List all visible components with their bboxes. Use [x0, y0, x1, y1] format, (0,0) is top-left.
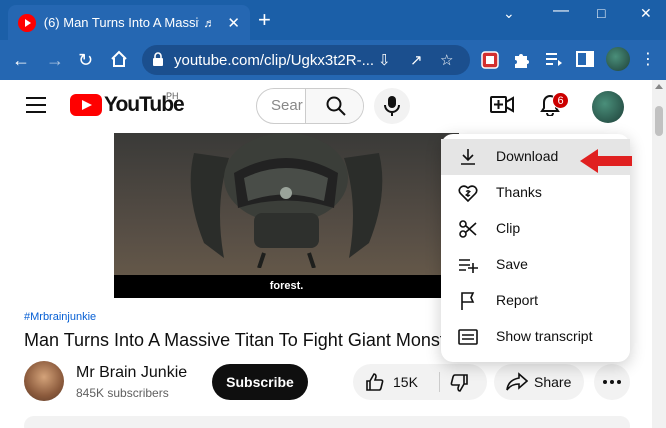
transcript-icon — [458, 329, 478, 345]
microphone-icon — [384, 96, 400, 116]
menu-item-clip[interactable]: Clip — [441, 211, 630, 247]
youtube-logo-icon[interactable] — [70, 94, 102, 116]
more-actions-button[interactable] — [594, 364, 630, 400]
tab-title: (6) Man Turns Into A Massive Titan To Fi… — [43, 15, 200, 30]
video-title: Man Turns Into A Massive Titan To Fight … — [24, 330, 444, 350]
youtube-header: YouTube PH Search 6 — [0, 80, 640, 132]
home-icon[interactable] — [110, 50, 128, 72]
install-icon[interactable]: ⇩ — [378, 51, 391, 69]
menu-item-label: Show transcript — [496, 328, 593, 344]
scissors-icon — [459, 220, 477, 238]
minimize-icon[interactable]: — — [553, 2, 569, 20]
subscriber-count: 845K subscribers — [76, 386, 169, 400]
download-icon — [461, 149, 475, 165]
playlist-icon[interactable] — [545, 50, 563, 73]
video-frame-helicopter — [190, 133, 383, 268]
screen: (6) Man Turns Into A Massive Titan To Fi… — [0, 0, 666, 428]
chevron-down-icon[interactable]: ⌄ — [503, 5, 515, 22]
channel-name[interactable]: Mr Brain Junkie — [76, 364, 187, 382]
subscribe-button[interactable]: Subscribe — [212, 364, 308, 400]
menu-hamburger-icon[interactable] — [26, 97, 46, 113]
maximize-icon[interactable]: □ — [597, 5, 605, 21]
share-label: Share — [534, 374, 572, 390]
share-button[interactable]: Share — [494, 364, 584, 400]
annotation-arrow-icon — [580, 149, 632, 173]
reload-icon[interactable]: ↻ — [78, 50, 93, 70]
browser-tab[interactable]: (6) Man Turns Into A Massive Titan To Fi… — [8, 5, 250, 40]
speaker-icon[interactable]: ♬ — [203, 16, 215, 30]
menu-item-label: Clip — [496, 220, 521, 236]
more-horizontal-icon — [603, 380, 621, 384]
extension-record-icon[interactable] — [480, 50, 500, 75]
notification-badge: 6 — [552, 92, 569, 109]
like-count[interactable]: 15K — [393, 374, 418, 390]
create-video-icon[interactable] — [490, 94, 514, 116]
menu-item-report[interactable]: Report — [441, 283, 630, 319]
share-arrow-icon — [506, 372, 528, 391]
search-button[interactable] — [305, 89, 363, 123]
menu-item-label: Save — [496, 256, 528, 272]
country-code: PH — [166, 91, 179, 101]
youtube-favicon-icon — [18, 13, 36, 32]
browser-toolbar: ← → ↻ youtube.com/clip/Ugkx3t2R-... ⇩ ↗ … — [0, 40, 666, 80]
search-input[interactable]: Search — [271, 97, 303, 114]
menu-item-label: Report — [496, 292, 539, 308]
tab-close-icon[interactable]: ✕ — [227, 14, 240, 32]
close-window-icon[interactable]: ✕ — [640, 5, 652, 22]
share-page-icon[interactable]: ↗ — [410, 51, 423, 69]
thanks-icon — [458, 185, 478, 203]
account-avatar[interactable] — [592, 91, 624, 123]
description-box[interactable] — [24, 416, 630, 428]
profile-avatar[interactable] — [606, 47, 630, 71]
side-panel-icon[interactable] — [576, 50, 594, 73]
flag-icon — [461, 292, 475, 310]
lock-icon[interactable] — [152, 52, 164, 66]
kebab-menu-icon[interactable]: ⋮ — [640, 50, 656, 70]
dislike-thumb-down-icon[interactable] — [449, 373, 469, 393]
scroll-up-arrow-icon[interactable] — [655, 84, 663, 89]
browser-tab-strip: (6) Man Turns Into A Massive Titan To Fi… — [0, 0, 666, 40]
extensions-puzzle-icon[interactable] — [512, 50, 530, 75]
scrollbar-thumb[interactable] — [655, 106, 663, 136]
menu-item-save[interactable]: Save — [441, 247, 630, 283]
video-player[interactable]: forest. — [114, 133, 459, 298]
back-icon[interactable]: ← — [12, 50, 30, 70]
bookmark-star-icon[interactable]: ☆ — [440, 51, 453, 69]
hashtag-link[interactable]: #Mrbrainjunkie — [24, 311, 96, 323]
channel-avatar[interactable] — [24, 361, 64, 401]
like-dislike-group: 15K — [353, 364, 487, 400]
menu-item-show-transcript[interactable]: Show transcript — [441, 319, 630, 355]
search-icon — [326, 96, 346, 116]
video-caption: forest. — [114, 275, 459, 298]
voice-search-button[interactable] — [374, 88, 410, 124]
divider — [439, 372, 440, 392]
address-bar[interactable]: youtube.com/clip/Ugkx3t2R-... ⇩ ↗ ☆ — [142, 45, 470, 75]
page-scrollbar[interactable] — [652, 80, 666, 428]
forward-icon[interactable]: → — [46, 50, 64, 70]
menu-item-thanks[interactable]: Thanks — [441, 175, 630, 211]
url-text[interactable]: youtube.com/clip/Ugkx3t2R-... — [174, 52, 374, 69]
like-thumb-up-icon[interactable] — [365, 372, 385, 392]
menu-item-label: Download — [496, 148, 559, 164]
search-box[interactable]: Search — [256, 88, 364, 124]
playlist-add-icon — [459, 259, 478, 273]
new-tab-icon[interactable]: + — [258, 9, 271, 31]
menu-item-label: Thanks — [496, 184, 542, 200]
